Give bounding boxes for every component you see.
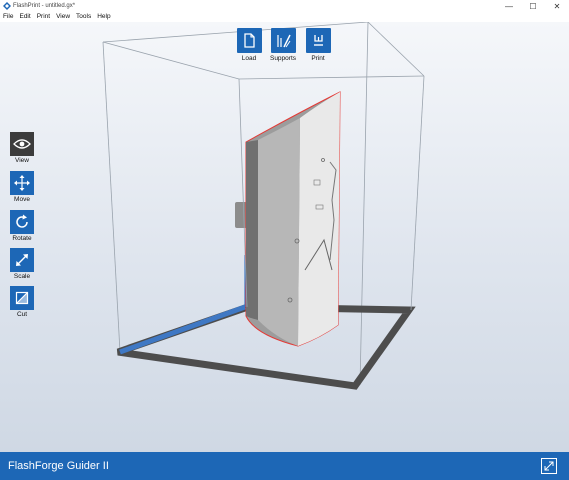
maximize-button[interactable]: ☐	[521, 0, 545, 12]
app-logo-icon	[3, 2, 11, 10]
cut-button[interactable]	[10, 286, 34, 310]
print-label: Print	[311, 55, 325, 62]
volume-edge-front-right	[410, 75, 425, 311]
volume-edge-back-mid	[359, 22, 369, 386]
load-tool[interactable]: Load	[231, 28, 267, 62]
scale-diagonal-icon	[16, 254, 28, 266]
print-icon	[313, 35, 323, 46]
move-button[interactable]	[10, 171, 34, 195]
status-bar: FlashForge Guider II	[0, 452, 569, 480]
cut-icon	[15, 291, 29, 305]
volume-edge-top-right	[367, 22, 425, 77]
scale-label: Scale	[13, 273, 31, 280]
scene-3d	[102, 22, 425, 390]
menu-file[interactable]: File	[0, 12, 16, 22]
window-title: FlashPrint - untitled.gx*	[13, 3, 76, 9]
move-tool[interactable]: Move	[9, 171, 35, 203]
volume-edge-top-left	[102, 41, 240, 80]
machine-name: FlashForge Guider II	[8, 460, 109, 472]
rotate-label: Rotate	[12, 235, 32, 242]
menu-print[interactable]: Print	[34, 12, 53, 22]
menu-tools[interactable]: Tools	[73, 12, 94, 22]
cut-tool[interactable]: Cut	[9, 286, 35, 318]
volume-edge-top-front	[238, 75, 425, 80]
supports-tool[interactable]: Supports	[265, 28, 301, 62]
minimize-button[interactable]: —	[497, 0, 521, 12]
collapse-icon	[544, 461, 554, 471]
menu-help[interactable]: Help	[94, 12, 113, 22]
volume-edge-back-left	[102, 41, 121, 353]
menu-view[interactable]: View	[53, 12, 73, 22]
menu-edit[interactable]: Edit	[16, 12, 33, 22]
plate-x-axis	[119, 304, 246, 355]
menu-bar: File Edit Print View Tools Help	[0, 12, 569, 22]
supports-icon	[276, 34, 291, 48]
build-viewport[interactable]: Load Supports Print View Move Rotate Sca…	[0, 22, 569, 452]
model-3d	[235, 91, 341, 347]
rotate-button[interactable]	[10, 210, 34, 234]
scale-tool[interactable]: Scale	[9, 248, 35, 280]
print-button[interactable]	[305, 28, 331, 53]
close-button[interactable]: ✕	[545, 0, 569, 12]
view-tool[interactable]: View	[9, 132, 35, 164]
move-label: Move	[14, 196, 30, 203]
view-label: View	[15, 157, 29, 164]
supports-label: Supports	[269, 55, 297, 62]
print-tool[interactable]: Print	[300, 28, 336, 62]
collapse-button[interactable]	[541, 458, 557, 474]
load-label: Load	[241, 55, 257, 62]
file-icon	[243, 33, 255, 48]
supports-button[interactable]	[270, 28, 296, 53]
load-button[interactable]	[236, 28, 262, 53]
rotate-tool[interactable]: Rotate	[9, 210, 35, 242]
cut-label: Cut	[16, 311, 28, 318]
view-button[interactable]	[10, 132, 34, 156]
scale-button[interactable]	[10, 248, 34, 272]
title-bar: FlashPrint - untitled.gx* — ☐ ✕	[0, 0, 569, 12]
move-arrows-icon	[14, 175, 30, 191]
eye-icon	[13, 139, 31, 149]
rotate-icon	[16, 214, 28, 228]
